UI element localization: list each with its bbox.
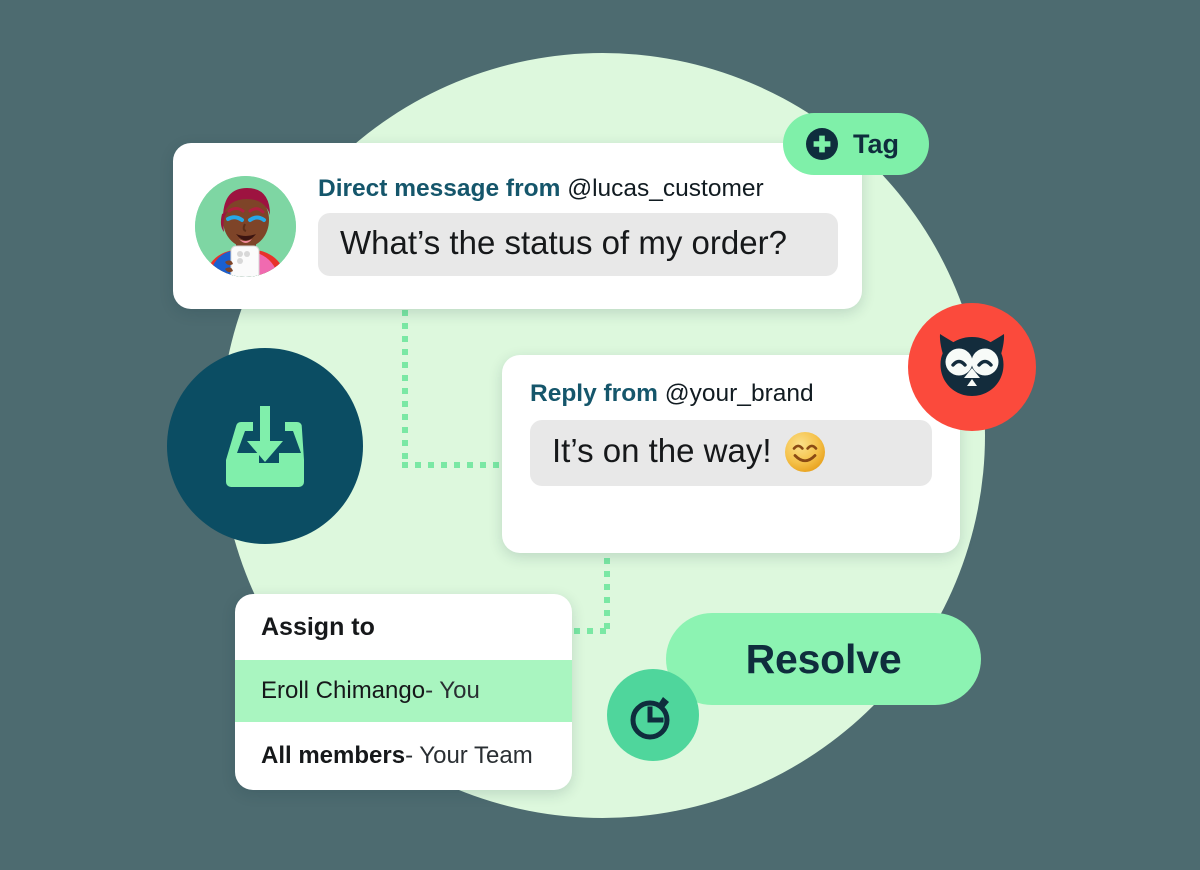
direct-message-card: Direct message from @lucas_customer What… xyxy=(173,143,862,309)
direct-message-heading: Direct message from @lucas_customer xyxy=(318,175,838,203)
customer-avatar-icon xyxy=(195,175,296,277)
assign-option-name: Eroll Chimango xyxy=(261,677,426,704)
brand-logo-badge xyxy=(908,303,1036,431)
reply-card: Reply from @your_brand It’s on the way! xyxy=(502,355,960,553)
inbox-badge xyxy=(167,348,363,544)
connector-dotted-line-horizontal-1 xyxy=(402,462,506,468)
reply-text: It’s on the way! xyxy=(552,432,772,470)
direct-message-body: Direct message from @lucas_customer What… xyxy=(318,175,838,276)
plus-circle-icon xyxy=(806,128,838,160)
assign-option-suffix: - Your Team xyxy=(405,742,533,769)
direct-message-handle: @lucas_customer xyxy=(567,175,764,203)
reply-heading: Reply from @your_brand xyxy=(530,380,932,408)
resolve-button[interactable]: Resolve xyxy=(666,613,981,705)
assign-option-suffix: - You xyxy=(425,677,480,704)
resolve-button-label: Resolve xyxy=(745,635,902,682)
assign-to-card: Assign to Eroll Chimango - You All membe… xyxy=(235,594,572,790)
direct-message-heading-label: Direct message from xyxy=(318,175,561,203)
inbox-download-icon xyxy=(226,406,304,487)
stopwatch-clock-icon xyxy=(630,697,670,740)
assign-option-all-members[interactable]: All members - Your Team xyxy=(235,722,572,790)
assign-option-name: All members xyxy=(261,742,406,769)
reply-bubble: It’s on the way! xyxy=(530,419,932,486)
direct-message-text: What’s the status of my order? xyxy=(340,224,787,261)
smiling-face-with-smiling-eyes-emoji-icon xyxy=(784,431,826,473)
assign-to-title: Assign to xyxy=(261,612,375,641)
hero-illustration: Direct message from @lucas_customer What… xyxy=(0,0,1200,870)
connector-dotted-line-horizontal-2 xyxy=(574,628,610,634)
hootsuite-owl-logo-icon xyxy=(939,334,1005,396)
reply-handle: @your_brand xyxy=(664,380,814,407)
direct-message-bubble: What’s the status of my order? xyxy=(318,213,838,276)
timer-badge xyxy=(607,669,699,761)
assign-option-eroll-chimango[interactable]: Eroll Chimango - You xyxy=(235,660,572,722)
tag-button-label: Tag xyxy=(853,128,899,159)
avatar xyxy=(195,175,296,277)
connector-dotted-line-vertical-1 xyxy=(402,310,408,468)
tag-button[interactable]: Tag xyxy=(783,113,929,175)
connector-dotted-line-vertical-2 xyxy=(604,558,610,634)
reply-heading-label: Reply from xyxy=(530,380,658,407)
